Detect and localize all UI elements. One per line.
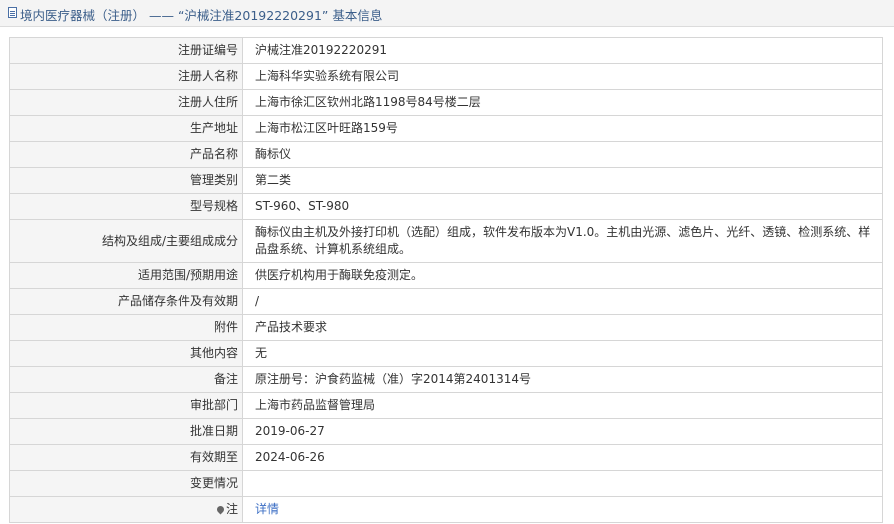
row-value: 上海市松江区叶旺路159号	[242, 115, 883, 142]
row-value: 2019-06-27	[242, 418, 883, 445]
row-label: 产品名称	[9, 141, 243, 168]
row-value: 上海市药品监督管理局	[242, 392, 883, 419]
row-value: 第二类	[242, 167, 883, 194]
row-label: 审批部门	[9, 392, 243, 419]
row-label: 附件	[9, 314, 243, 341]
table-row: 注册人住所 上海市徐汇区钦州北路1198号84号楼二层	[9, 89, 883, 116]
table-row: 附件 产品技术要求	[9, 314, 883, 341]
table-row: 适用范围/预期用途 供医疗机构用于酶联免疫测定。	[9, 262, 883, 289]
row-label: 结构及组成/主要组成成分	[9, 219, 243, 263]
row-label: 产品储存条件及有效期	[9, 288, 243, 315]
row-value: 酶标仪	[242, 141, 883, 168]
note-row-value: 详情	[242, 496, 883, 523]
table-row: 注册证编号 沪械注准20192220291	[9, 37, 883, 64]
row-value: 无	[242, 340, 883, 367]
row-value: 上海市徐汇区钦州北路1198号84号楼二层	[242, 89, 883, 116]
row-label: 管理类别	[9, 167, 243, 194]
table-row: 型号规格 ST-960、ST-980	[9, 193, 883, 220]
info-table: 注册证编号 沪械注准20192220291 注册人名称 上海科华实验系统有限公司…	[9, 37, 883, 523]
row-value: 产品技术要求	[242, 314, 883, 341]
row-label: 适用范围/预期用途	[9, 262, 243, 289]
row-label: 注册人名称	[9, 63, 243, 90]
row-value: ST-960、ST-980	[242, 193, 883, 220]
row-value	[242, 470, 883, 497]
table-row: 备注 原注册号：沪食药监械（准）字2014第2401314号	[9, 366, 883, 393]
row-label: 生产地址	[9, 115, 243, 142]
row-value: 酶标仪由主机及外接打印机（选配）组成，软件发布版本为V1.0。主机由光源、滤色片…	[242, 219, 883, 263]
table-row: 注 详情	[9, 496, 883, 523]
table-row: 审批部门 上海市药品监督管理局	[9, 392, 883, 419]
document-icon	[8, 7, 17, 18]
row-value: 上海科华实验系统有限公司	[242, 63, 883, 90]
row-label: 变更情况	[9, 470, 243, 497]
row-value: 沪械注准20192220291	[242, 37, 883, 64]
row-value: 原注册号：沪食药监械（准）字2014第2401314号	[242, 366, 883, 393]
row-value: /	[242, 288, 883, 315]
row-label: 型号规格	[9, 193, 243, 220]
table-row: 批准日期 2019-06-27	[9, 418, 883, 445]
row-label: 有效期至	[9, 444, 243, 471]
row-label: 其他内容	[9, 340, 243, 367]
table-row: 产品储存条件及有效期 /	[9, 288, 883, 315]
table-row: 产品名称 酶标仪	[9, 141, 883, 168]
row-value: 供医疗机构用于酶联免疫测定。	[242, 262, 883, 289]
table-row: 管理类别 第二类	[9, 167, 883, 194]
table-row: 结构及组成/主要组成成分 酶标仪由主机及外接打印机（选配）组成，软件发布版本为V…	[9, 219, 883, 263]
table-row: 有效期至 2024-06-26	[9, 444, 883, 471]
pin-icon	[215, 504, 226, 515]
row-label: 注册证编号	[9, 37, 243, 64]
row-label: 批准日期	[9, 418, 243, 445]
table-row: 生产地址 上海市松江区叶旺路159号	[9, 115, 883, 142]
page-title: 境内医疗器械（注册） —— “沪械注准20192220291” 基本信息	[20, 8, 383, 23]
row-label: 注册人住所	[9, 89, 243, 116]
table-row: 其他内容 无	[9, 340, 883, 367]
note-label: 注	[225, 502, 238, 516]
page-header: 境内医疗器械（注册） —— “沪械注准20192220291” 基本信息	[0, 0, 894, 27]
details-link[interactable]: 详情	[255, 502, 279, 516]
row-value: 2024-06-26	[242, 444, 883, 471]
row-label: 备注	[9, 366, 243, 393]
table-row: 变更情况	[9, 470, 883, 497]
note-row-label: 注	[9, 496, 243, 523]
table-row: 注册人名称 上海科华实验系统有限公司	[9, 63, 883, 90]
